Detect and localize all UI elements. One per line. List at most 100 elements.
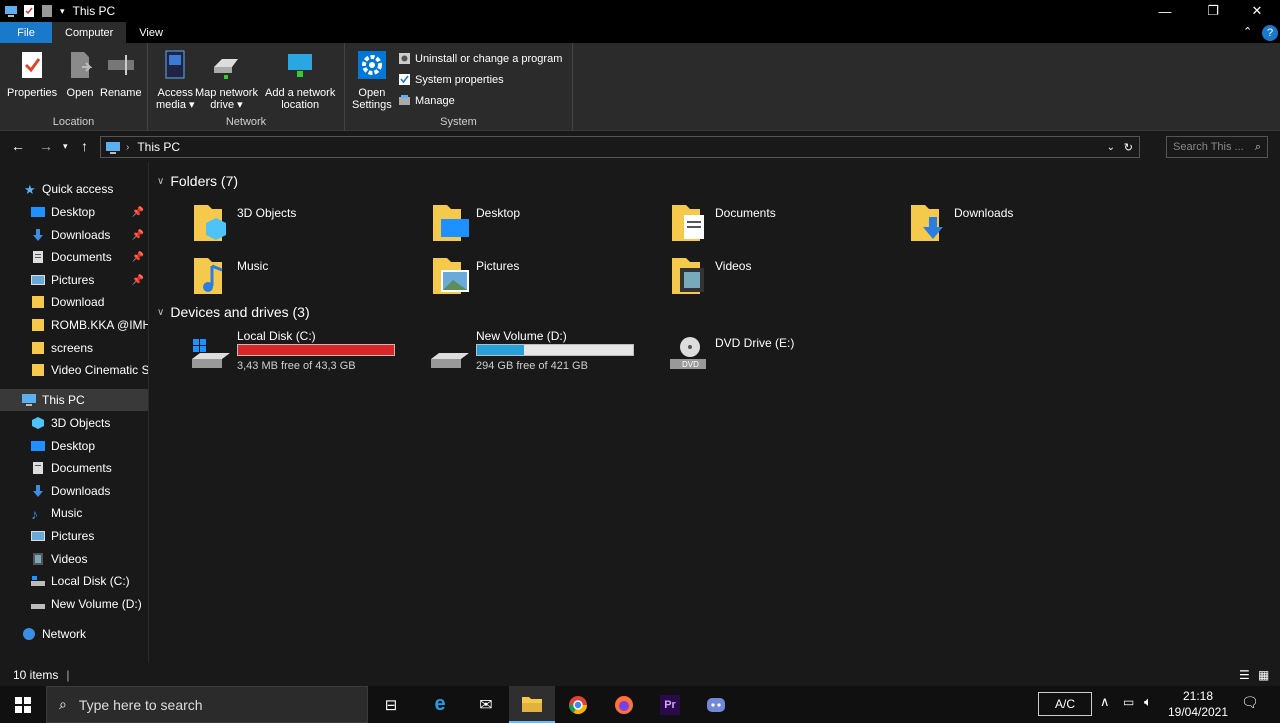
pin-icon[interactable]: 📌	[132, 230, 144, 241]
storage-bar-fill	[238, 345, 394, 355]
properties-quick-icon[interactable]	[22, 4, 36, 18]
back-button[interactable]: ←	[11, 138, 25, 154]
taskbar-search-input[interactable]: ⌕ Type here to search	[46, 686, 368, 723]
pin-icon[interactable]: 📌	[132, 275, 144, 286]
help-icon[interactable]: ?	[1262, 25, 1278, 41]
drives-section-header[interactable]: ∨ Devices and drives (3)	[157, 304, 310, 320]
refresh-icon[interactable]: ↻	[1124, 141, 1133, 154]
drive-local-disk-c[interactable]: Local Disk (C:) 3,43 MB free of 43,3 GB	[190, 329, 410, 379]
sidebar-item-3d-objects[interactable]: 3D Objects	[0, 412, 148, 434]
sidebar-item-pc-downloads[interactable]: Downloads	[0, 480, 148, 502]
mail-app-button[interactable]: ✉	[463, 686, 509, 723]
sidebar-item-new-volume-d[interactable]: New Volume (D:)	[0, 593, 148, 615]
close-button[interactable]: ✕	[1234, 0, 1280, 22]
windows-logo-icon	[15, 696, 31, 713]
sidebar-item-screens[interactable]: screens	[0, 337, 148, 359]
add-network-location-button[interactable]: Add a network location	[265, 49, 335, 111]
drive-icon	[31, 604, 45, 609]
sidebar-item-pc-desktop[interactable]: Desktop	[0, 435, 148, 457]
chevron-up-icon[interactable]: ∧	[1100, 694, 1110, 710]
sidebar-item-pictures[interactable]: Pictures 📌	[0, 269, 148, 291]
pin-icon[interactable]: 📌	[132, 207, 144, 218]
folder-pictures[interactable]: Pictures	[431, 254, 661, 300]
open-button[interactable]: Open	[64, 49, 96, 99]
up-button[interactable]: ↑	[81, 138, 88, 154]
sidebar-item-desktop[interactable]: Desktop 📌	[0, 201, 148, 223]
drive-dvd-e[interactable]: DVD DVD Drive (E:)	[668, 329, 868, 379]
new-folder-quick-icon[interactable]	[40, 4, 54, 18]
large-icons-view-icon[interactable]: ▦	[1258, 668, 1269, 682]
minimize-button[interactable]: —	[1142, 0, 1188, 22]
sidebar-item-downloads[interactable]: Downloads 📌	[0, 224, 148, 246]
sidebar-item-this-pc[interactable]: This PC	[0, 389, 148, 411]
start-button[interactable]	[0, 686, 46, 723]
maximize-button[interactable]: ❐	[1190, 0, 1236, 22]
tab-computer[interactable]: Computer	[52, 22, 127, 43]
folder-desktop[interactable]: Desktop	[431, 201, 661, 247]
sidebar-item-quick-access[interactable]: ★ Quick access	[0, 178, 148, 200]
tab-view[interactable]: View	[126, 22, 176, 43]
videos-icon	[33, 553, 43, 565]
folder-3d-objects[interactable]: 3D Objects	[192, 201, 422, 247]
folders-section-header[interactable]: ∨ Folders (7)	[157, 173, 238, 189]
rename-button[interactable]: Rename	[100, 49, 142, 99]
address-dropdown-icon[interactable]: ⌄	[1107, 142, 1115, 153]
edge-app-button[interactable]: e	[417, 686, 463, 723]
task-view-button[interactable]: ⊟	[368, 686, 414, 723]
collapse-ribbon-icon[interactable]: ⌃	[1243, 25, 1252, 38]
sidebar-item-documents[interactable]: Documents 📌	[0, 246, 148, 268]
sidebar-item-video-cinematic[interactable]: Video Cinematic Se	[0, 359, 148, 381]
uninstall-program-button[interactable]: Uninstall or change a program	[398, 52, 562, 65]
search-icon[interactable]: ⌕	[1255, 141, 1261, 154]
sidebar-item-download-folder[interactable]: Download	[0, 291, 148, 313]
search-input[interactable]: Search This ... ⌕	[1166, 136, 1268, 158]
map-network-drive-button[interactable]: Map network drive ▾	[195, 49, 258, 111]
sidebar-item-pc-documents[interactable]: Documents	[0, 457, 148, 479]
documents-icon	[33, 251, 43, 263]
quick-access-dropdown-icon[interactable]: ▾	[60, 6, 65, 17]
open-settings-button[interactable]: Open Settings	[352, 49, 392, 111]
address-input[interactable]: › This PC ⌄ ↻	[100, 136, 1140, 158]
volume-icon[interactable]: 🔈︎	[1144, 694, 1152, 710]
recent-locations-button[interactable]: ▾	[63, 141, 68, 152]
this-pc-icon	[106, 141, 120, 154]
sidebar-item-rombkka[interactable]: ROMB.KKA @IMHZ	[0, 314, 148, 336]
folder-downloads-icon	[911, 205, 943, 241]
pane-divider[interactable]	[148, 162, 149, 663]
file-explorer-app-button[interactable]	[509, 686, 555, 723]
folder-downloads[interactable]: Downloads	[909, 201, 1139, 247]
tab-file[interactable]: File	[0, 22, 52, 43]
system-properties-button[interactable]: System properties	[398, 73, 504, 86]
discord-app-button[interactable]	[693, 686, 739, 723]
taskbar: ⌕ Type here to search ⊟ e ✉ Pr A/C ∧ ▭ 🔈…	[0, 686, 1280, 723]
pin-icon[interactable]: 📌	[132, 252, 144, 263]
premiere-app-button[interactable]: Pr	[647, 686, 693, 723]
folder-icon	[32, 296, 44, 308]
folder-documents[interactable]: Documents	[670, 201, 900, 247]
system-properties-icon	[399, 74, 410, 85]
sidebar-item-pc-pictures[interactable]: Pictures	[0, 525, 148, 547]
search-icon: ⌕	[59, 696, 67, 712]
sidebar-item-network[interactable]: Network	[0, 623, 148, 645]
clock[interactable]: 21:18 19/04/2021	[1165, 688, 1231, 720]
details-view-icon[interactable]: ☰	[1239, 668, 1250, 682]
uninstall-icon	[399, 53, 410, 64]
chrome-app-button[interactable]	[555, 686, 601, 723]
sidebar-item-videos[interactable]: Videos	[0, 548, 148, 570]
folder-videos[interactable]: Videos	[670, 254, 900, 300]
forward-button[interactable]: →	[39, 138, 53, 154]
edge-icon: e	[434, 693, 446, 715]
sidebar-item-local-disk-c[interactable]: Local Disk (C:)	[0, 570, 148, 592]
breadcrumb[interactable]: This PC	[137, 140, 180, 154]
properties-button[interactable]: Properties	[7, 49, 57, 99]
manage-button[interactable]: Manage	[398, 94, 455, 107]
drive-new-volume-d[interactable]: New Volume (D:) 294 GB free of 421 GB	[429, 329, 649, 379]
notifications-icon[interactable]: 🗨︎	[1241, 694, 1259, 711]
access-media-button[interactable]: Access media ▾	[156, 49, 195, 111]
firefox-app-button[interactable]	[601, 686, 647, 723]
folder-music[interactable]: Music	[192, 254, 422, 300]
file-explorer-icon	[522, 696, 542, 712]
sidebar-item-music[interactable]: ♪ Music	[0, 502, 148, 524]
battery-icon[interactable]: ▭	[1123, 695, 1134, 709]
input-indicator[interactable]: A/C	[1038, 692, 1092, 716]
